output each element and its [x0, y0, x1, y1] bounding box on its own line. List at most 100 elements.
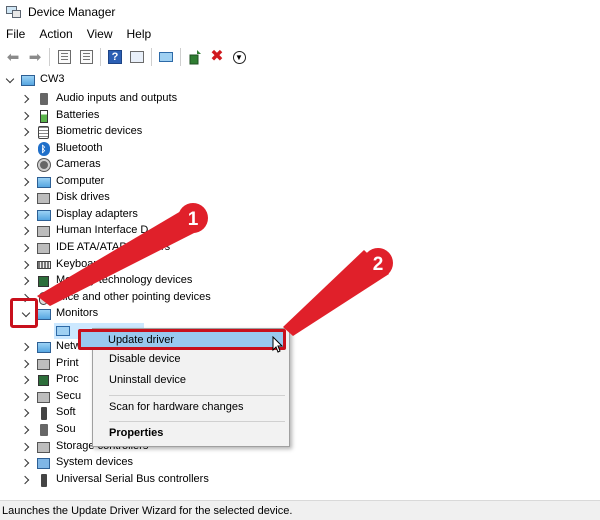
toolbar-separator	[151, 48, 152, 66]
tree-item-label: Cameras	[56, 158, 101, 170]
disk-drive-icon	[36, 191, 51, 205]
security-device-icon	[36, 390, 51, 404]
device-tree: CW3 Audio inputs and outputs Batteries Biom…	[0, 72, 600, 497]
expand-chevron-icon[interactable]	[20, 124, 32, 140]
menu-help[interactable]: Help	[127, 27, 152, 41]
monitors-expand-highlight	[10, 298, 38, 328]
expand-chevron-icon[interactable]	[20, 422, 32, 438]
menu-item-scan-hardware[interactable]: Scan for hardware changes	[109, 399, 244, 415]
expand-chevron-icon[interactable]	[20, 157, 32, 173]
tree-item-label: Monitors	[56, 307, 99, 319]
ide-controller-icon	[36, 241, 51, 255]
menu-view[interactable]: View	[87, 27, 113, 41]
collapse-chevron-icon[interactable]	[4, 72, 16, 88]
tree-item-label: Audio inputs and outputs	[56, 92, 178, 104]
hid-icon	[36, 224, 51, 238]
tree-category-display-adapters[interactable]: Display adapters	[0, 207, 600, 223]
memory-chip-icon	[36, 274, 51, 288]
tree-category-computer[interactable]: Computer	[0, 174, 600, 190]
menu-item-disable-device[interactable]: Disable device	[109, 351, 181, 367]
tree-category-biometric-devices[interactable]: Biometric devices	[0, 124, 600, 140]
tree-category-system-devices[interactable]: System devices	[0, 455, 600, 471]
expand-chevron-icon[interactable]	[20, 372, 32, 388]
computer-icon	[36, 175, 51, 189]
toolbar-separator	[180, 48, 181, 66]
menu-item-uninstall-device[interactable]: Uninstall device	[109, 372, 186, 388]
tree-category-print[interactable]: Print	[0, 356, 600, 372]
tree-item-label: Sou	[56, 423, 76, 435]
help-icon[interactable]: ?	[106, 48, 124, 66]
tree-category-soft[interactable]: Soft	[0, 405, 600, 421]
display-adapter-icon	[36, 208, 51, 222]
tree-category-secu[interactable]: Secu	[0, 389, 600, 405]
mouse-cursor-icon	[272, 336, 284, 353]
monitor-icon	[56, 326, 70, 336]
expand-chevron-icon[interactable]	[20, 405, 32, 421]
update-driver-icon[interactable]	[186, 48, 204, 66]
expand-chevron-icon[interactable]	[20, 207, 32, 223]
expand-chevron-icon[interactable]	[20, 223, 32, 239]
expand-chevron-icon[interactable]	[20, 240, 32, 256]
tree-item-label: Secu	[56, 390, 82, 402]
device-manager-icon	[6, 6, 21, 18]
tree-category-human-interface-d[interactable]: Human Interface D	[0, 223, 600, 239]
tree-category-universal-serial-bus-controllers[interactable]: Universal Serial Bus controllers	[0, 472, 600, 488]
expand-chevron-icon[interactable]	[20, 439, 32, 455]
tree-item-label: Human Interface D	[56, 224, 149, 236]
bluetooth-icon: ᛒ	[36, 142, 51, 156]
tree-category-mice-and-other-pointing-devices[interactable]: Mice and other pointing devices	[0, 290, 600, 306]
tree-item-label: Mice and other pointing devices	[56, 291, 211, 303]
expand-chevron-icon[interactable]	[20, 174, 32, 190]
tree-item-label: System devices	[56, 456, 134, 468]
tree-category-batteries[interactable]: Batteries	[0, 108, 600, 124]
back-arrow-icon[interactable]: ⬅	[4, 48, 22, 66]
scan-hardware-icon[interactable]	[157, 48, 175, 66]
tree-category-proc[interactable]: Proc	[0, 372, 600, 388]
expand-chevron-icon[interactable]	[20, 273, 32, 289]
forward-arrow-icon[interactable]: ➡	[26, 48, 44, 66]
tree-item-label: Batteries	[56, 109, 100, 121]
software-component-icon	[36, 406, 51, 420]
usb-controller-icon	[36, 473, 51, 487]
tree-category-storage-controllers[interactable]: Storage controllers	[0, 439, 600, 455]
toolbar-separator	[49, 48, 50, 66]
expand-chevron-icon[interactable]	[20, 389, 32, 405]
toolbar: ⬅ ➡ ? ✖ ▼	[0, 45, 600, 69]
expand-chevron-icon[interactable]	[20, 455, 32, 471]
uninstall-device-icon[interactable]: ✖	[208, 48, 226, 66]
printer-icon	[36, 357, 51, 371]
expand-chevron-icon[interactable]	[20, 356, 32, 372]
tree-category-cameras[interactable]: Cameras	[0, 157, 600, 173]
tree-category-keyboar[interactable]: Keyboar	[0, 257, 600, 273]
tree-category-sou[interactable]: Sou	[0, 422, 600, 438]
expand-chevron-icon[interactable]	[20, 190, 32, 206]
tree-category-audio-inputs-and-outputs[interactable]: Audio inputs and outputs	[0, 91, 600, 107]
tree-category-ide-ata-atapi-co[interactable]: IDE ATA/ATAPI co llers	[0, 240, 600, 256]
expand-chevron-icon[interactable]	[20, 108, 32, 124]
tree-category-disk-drives[interactable]: Disk drives	[0, 190, 600, 206]
menu-item-update-driver[interactable]: Update driver	[78, 329, 286, 350]
expand-chevron-icon[interactable]	[20, 141, 32, 157]
expand-chevron-icon[interactable]	[20, 472, 32, 488]
tree-category-monitors[interactable]: Monitors	[0, 306, 600, 322]
tree-root[interactable]: CW3	[0, 72, 600, 88]
tree-item-label: Computer	[56, 175, 105, 187]
properties-sheet-icon[interactable]	[77, 48, 95, 66]
expand-chevron-icon[interactable]	[20, 91, 32, 107]
tree-item-label: Memory technology devices	[56, 274, 193, 286]
tree-item-label: Bluetooth	[56, 142, 103, 154]
tree-category-memory-technology-devices[interactable]: Memory technology devices	[0, 273, 600, 289]
action-pane-icon[interactable]	[128, 48, 146, 66]
menu-item-properties[interactable]: Properties	[109, 425, 163, 441]
expand-chevron-icon[interactable]	[20, 339, 32, 355]
battery-icon	[36, 109, 51, 123]
menu-action[interactable]: Action	[39, 27, 72, 41]
menu-file[interactable]: File	[6, 27, 25, 41]
expand-chevron-icon[interactable]	[20, 257, 32, 273]
speaker-icon	[36, 92, 51, 106]
update-driver-label: Update driver	[108, 333, 175, 346]
tree-category-bluetooth[interactable]: ᛒ Bluetooth	[0, 141, 600, 157]
show-hide-console-tree-icon[interactable]	[55, 48, 73, 66]
fingerprint-icon	[36, 125, 51, 139]
disable-device-icon[interactable]: ▼	[230, 48, 248, 66]
